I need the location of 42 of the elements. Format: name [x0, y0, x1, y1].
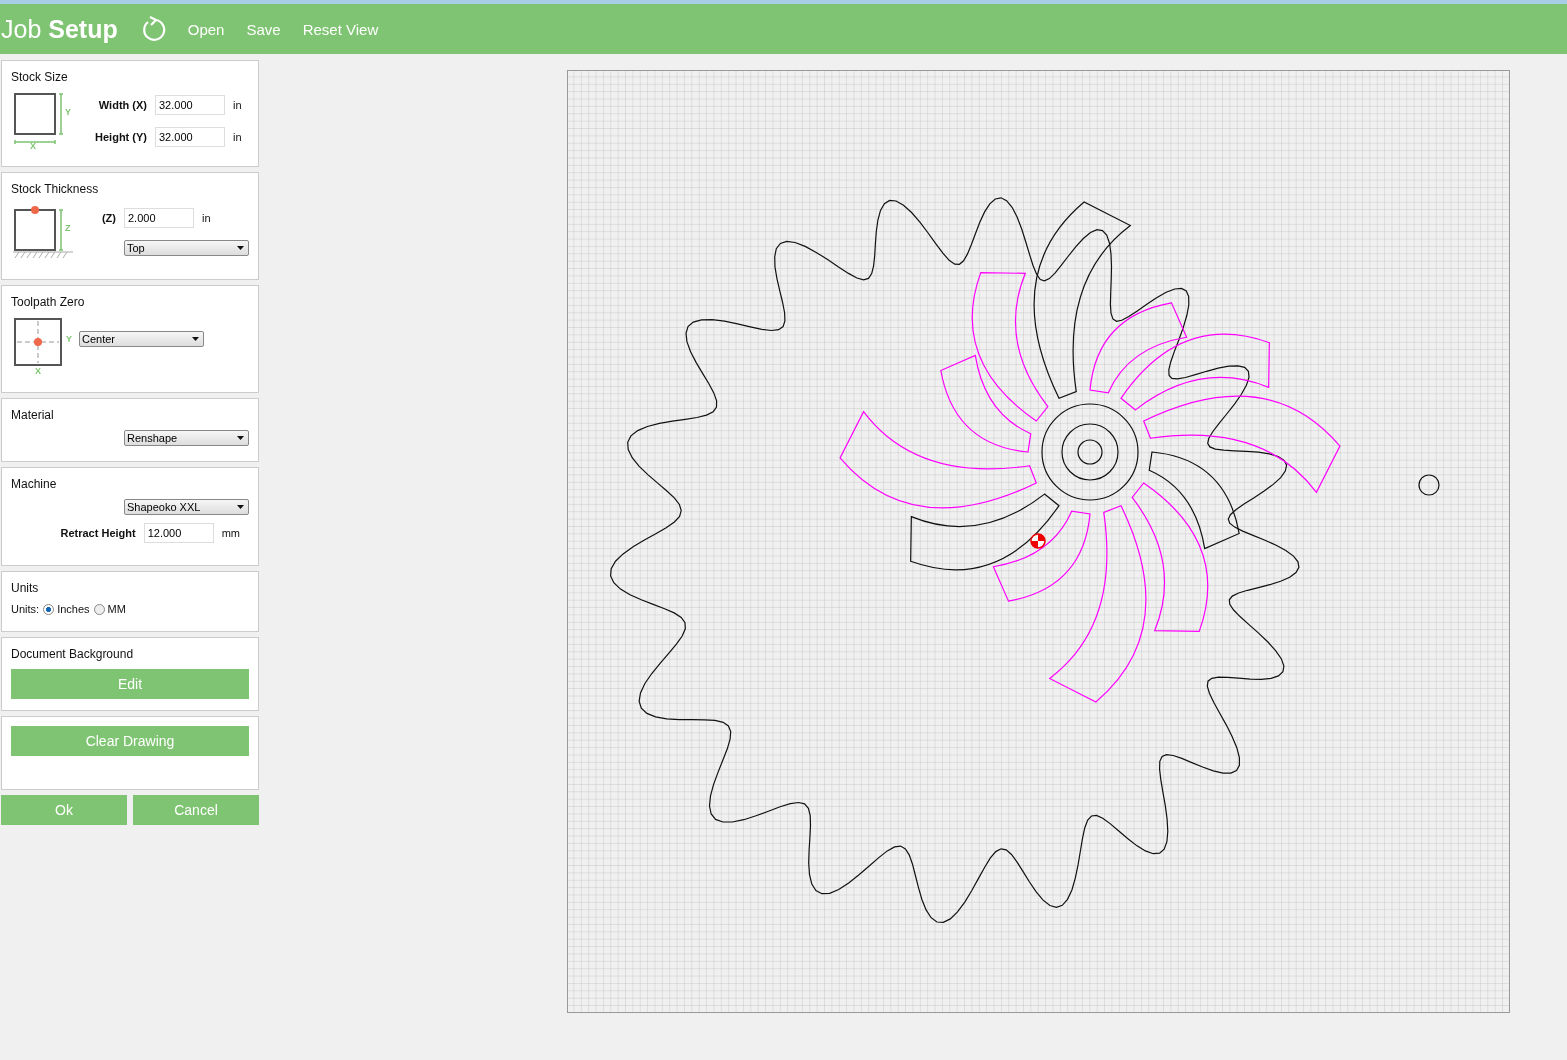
input-field[interactable]: 12.000	[143, 523, 214, 543]
axis-label: Z	[65, 224, 71, 233]
caret-icon	[237, 246, 244, 250]
panel-title: Stock Size	[11, 70, 69, 84]
dropdown[interactable]: Top	[124, 240, 249, 256]
circle-shape	[1418, 474, 1440, 496]
field-label: Width (X)	[97, 99, 147, 111]
caret-icon	[192, 337, 199, 341]
stock-thickness-icon	[11, 204, 75, 260]
unit-label: in	[202, 212, 211, 224]
axis-label: Y	[65, 108, 71, 117]
axis-label: X	[35, 367, 41, 376]
caret-icon	[237, 505, 244, 509]
units-label: Units:	[11, 603, 40, 615]
panel-title: Machine	[11, 477, 58, 491]
caret-icon	[237, 436, 244, 440]
unit-label: mm	[221, 527, 240, 539]
dropdown[interactable]: Center	[79, 331, 204, 347]
field-label: Retract Height	[59, 527, 136, 539]
radio-button[interactable]	[93, 603, 105, 615]
radio-label: MM	[107, 603, 126, 615]
page-title: Job Setup	[0, 14, 118, 44]
field-label: Height (Y)	[94, 131, 147, 143]
dropdown[interactable]: Renshape	[124, 430, 249, 446]
panel-title: Toolpath Zero	[11, 295, 86, 309]
radio-label: Inches	[57, 603, 90, 615]
panel-title: Document Background	[11, 647, 135, 661]
toolpath-zero-icon	[11, 317, 63, 367]
input-field[interactable]: 2.000	[124, 208, 194, 228]
axis-label: Y	[66, 335, 72, 344]
origin-marker-icon	[1030, 533, 1046, 549]
radio-button[interactable]	[43, 603, 55, 615]
input-field[interactable]: 32.000	[155, 95, 225, 115]
input-field[interactable]: 32.000	[155, 127, 225, 147]
unit-label: in	[233, 99, 242, 111]
field-label: (Z)	[100, 212, 116, 224]
panel-title: Units	[11, 581, 40, 595]
unit-label: in	[233, 131, 242, 143]
panel-title: Stock Thickness	[11, 182, 100, 196]
axis-label: X	[30, 142, 36, 151]
panel-title: Material	[11, 408, 55, 422]
dropdown[interactable]: Shapeoko XXL	[124, 499, 249, 515]
